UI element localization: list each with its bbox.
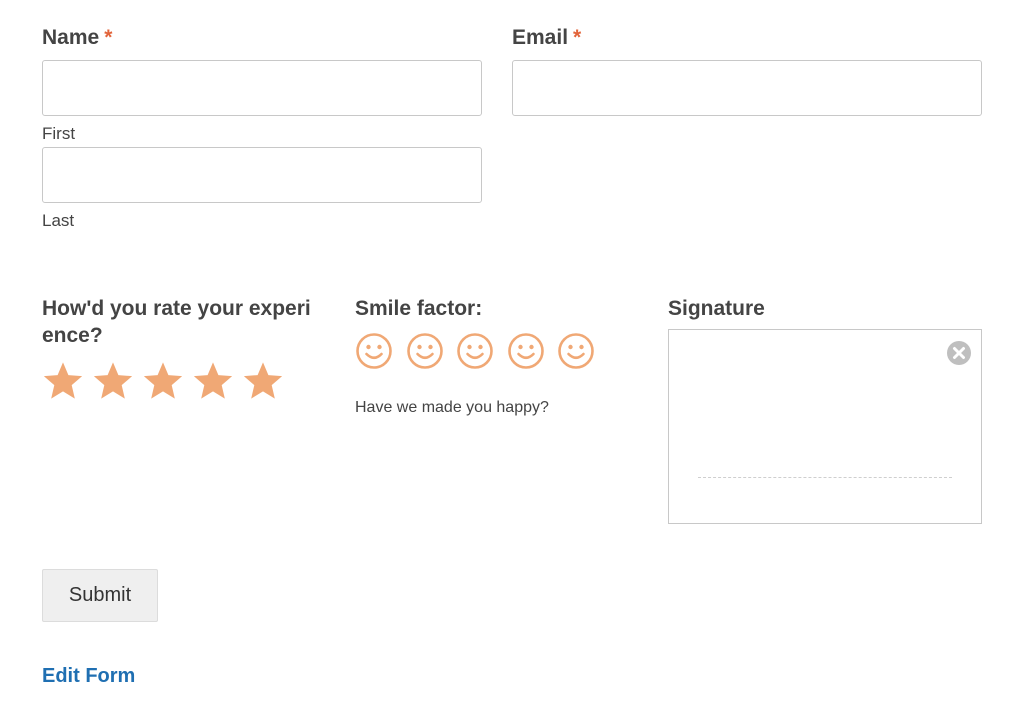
first-name-sublabel: First	[42, 124, 76, 143]
signature-pad[interactable]	[668, 329, 982, 524]
star-rating	[42, 361, 292, 401]
star-icon[interactable]	[192, 361, 234, 401]
star-icon[interactable]	[142, 361, 184, 401]
smile-helper-text: Have we made you happy?	[355, 399, 549, 416]
submit-button[interactable]: Submit	[42, 569, 158, 622]
email-label: Email *	[512, 24, 581, 51]
smiley-icon[interactable]	[557, 332, 595, 370]
smiley-icon[interactable]	[456, 332, 494, 370]
form-page: Name * First Last Email * How'd you rate y…	[0, 0, 1024, 720]
smiley-icon[interactable]	[406, 332, 444, 370]
signature-label: Signature	[668, 297, 765, 320]
smile-rating	[355, 332, 608, 370]
star-icon[interactable]	[42, 361, 84, 401]
required-marker: *	[104, 26, 113, 49]
last-name-input[interactable]	[42, 147, 482, 203]
rating-label: How'd you rate your experi ence?	[42, 295, 311, 349]
signature-baseline	[698, 477, 952, 478]
smiley-icon[interactable]	[355, 332, 393, 370]
edit-form-link[interactable]: Edit Form	[42, 665, 135, 688]
close-circle-icon[interactable]	[947, 341, 971, 365]
rating-label-line-2: ence?	[42, 324, 103, 347]
required-marker: *	[573, 26, 582, 49]
star-icon[interactable]	[92, 361, 134, 401]
name-label: Name *	[42, 24, 112, 51]
smile-factor-label: Smile factor:	[355, 297, 483, 320]
star-icon[interactable]	[242, 361, 284, 401]
first-name-input[interactable]	[42, 60, 482, 116]
rating-label-line-1: How'd you rate your experi	[42, 297, 311, 320]
name-label-text: Name	[42, 26, 100, 49]
smiley-icon[interactable]	[507, 332, 545, 370]
last-name-sublabel: Last	[42, 211, 75, 230]
email-input[interactable]	[512, 60, 982, 116]
email-label-text: Email	[512, 26, 569, 49]
